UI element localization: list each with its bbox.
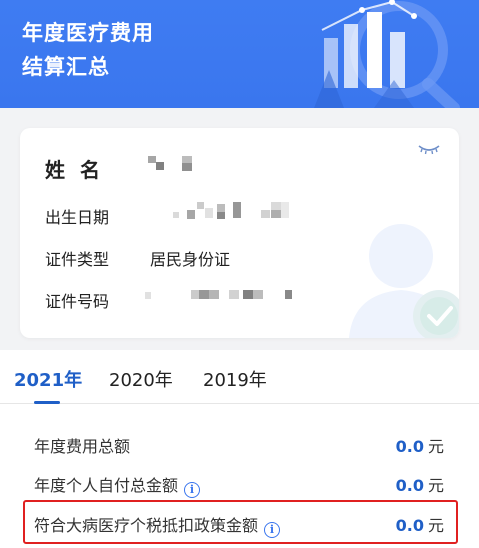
- summary-item-tax-deduction: 符合大病医疗个税抵扣政策金额 i 0.0 元: [34, 512, 446, 538]
- total-cost-value: 0.0 元: [396, 433, 444, 457]
- tax-deduction-label: 符合大病医疗个税抵扣政策金额: [34, 516, 259, 535]
- total-cost-label: 年度费用总额: [34, 437, 131, 456]
- idtype-row: 证件类型 居民身份证: [45, 246, 230, 270]
- total-cost-unit: 元: [427, 437, 444, 456]
- summary-panel: 2021年 2020年 2019年 年度费用总额 0.0 元 年度个人自付总金额 i…: [0, 350, 479, 548]
- summary-item-total-cost: 年度费用总额 0.0 元: [34, 433, 446, 459]
- self-paid-label: 年度个人自付总金额: [34, 476, 179, 495]
- total-cost-amount: 0.0: [395, 437, 424, 456]
- page-title-line2: 结算汇总: [22, 55, 110, 79]
- verified-person-illustration: [349, 224, 459, 338]
- name-value-masked: [148, 156, 208, 174]
- year-tabs: 2021年 2020年 2019年: [0, 350, 479, 404]
- name-label: 姓 名: [45, 158, 104, 182]
- info-icon[interactable]: i: [184, 482, 201, 498]
- idtype-value: 居民身份证: [150, 250, 231, 269]
- name-row: 姓 名: [45, 154, 192, 183]
- birthdate-label: 出生日期: [45, 208, 110, 227]
- birthdate-row: 出生日期: [45, 202, 289, 228]
- idnumber-value-masked: [145, 288, 305, 306]
- idtype-label: 证件类型: [45, 250, 110, 269]
- info-icon[interactable]: i: [264, 522, 281, 538]
- idnumber-row: 证件号码: [45, 288, 292, 312]
- self-paid-unit: 元: [427, 476, 444, 495]
- active-tab-indicator: [34, 401, 60, 404]
- tab-2020[interactable]: 2020年: [109, 366, 173, 392]
- page-title-line1: 年度医疗费用: [22, 21, 154, 45]
- tab-2019[interactable]: 2019年: [203, 366, 267, 392]
- header-banner: 年度医疗费用 结算汇总: [0, 0, 479, 108]
- self-paid-amount: 0.0: [395, 476, 424, 495]
- tax-deduction-unit: 元: [427, 516, 444, 535]
- personal-info-card: 姓 名 出生日期 证件类型 居民身份证 证件号码: [20, 128, 459, 338]
- summary-item-self-paid: 年度个人自付总金额 i 0.0 元: [34, 472, 446, 498]
- chart-magnifier-illustration: [314, 0, 460, 108]
- tax-deduction-amount: 0.0: [395, 516, 424, 535]
- idnumber-label: 证件号码: [45, 292, 110, 311]
- birthdate-value-masked: [173, 202, 313, 220]
- tab-2021[interactable]: 2021年: [14, 366, 82, 392]
- eye-closed-icon[interactable]: [417, 142, 441, 156]
- self-paid-value: 0.0 元: [396, 472, 444, 496]
- self-paid-label-wrap: 年度个人自付总金额 i: [34, 472, 201, 498]
- tax-deduction-value: 0.0 元: [396, 512, 444, 536]
- page-title: 年度医疗费用 结算汇总: [22, 16, 154, 84]
- tax-deduction-label-wrap: 符合大病医疗个税抵扣政策金额 i: [34, 512, 281, 538]
